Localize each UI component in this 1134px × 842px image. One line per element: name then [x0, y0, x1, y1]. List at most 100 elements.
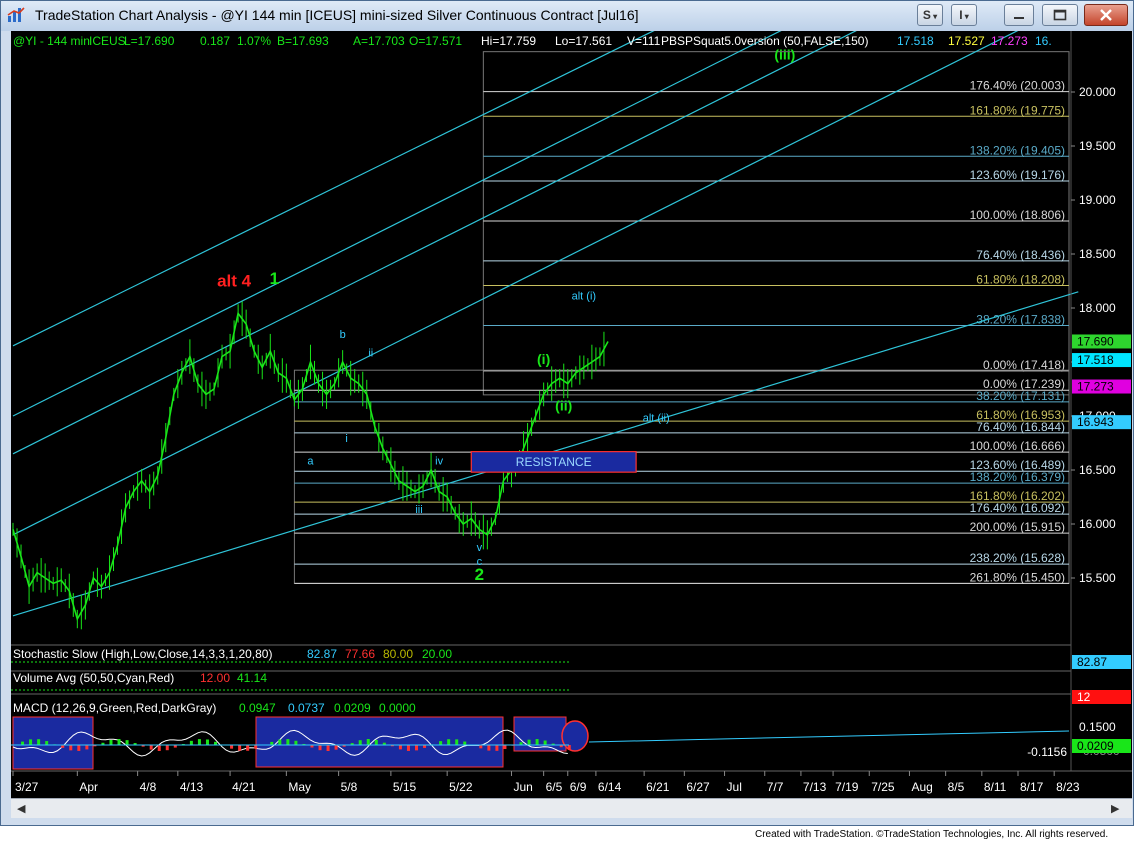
- price-flag-label: 17.690: [1077, 334, 1114, 348]
- macd-histogram-bar: [238, 745, 242, 751]
- time-tick-label: 4/21: [232, 780, 256, 794]
- macd-histogram-bar: [21, 741, 25, 745]
- horizontal-scrollbar[interactable]: ◀ ▶: [11, 798, 1132, 818]
- macd-histogram-bar: [318, 745, 322, 751]
- chevron-down-icon: ▾: [962, 12, 969, 21]
- macd-histogram-bar: [447, 739, 451, 745]
- price-flag-label: 16.943: [1077, 415, 1114, 429]
- stochastic-value: 82.87: [307, 647, 337, 661]
- macd-histogram-bar: [567, 745, 571, 750]
- chart-header-field: B=17.693: [277, 34, 329, 48]
- price-tick-label: 20.000: [1079, 85, 1116, 99]
- macd-histogram-bar: [197, 739, 201, 745]
- time-tick-label: Jul: [727, 780, 742, 794]
- fib-level-label: 76.40% (16.844): [976, 420, 1065, 434]
- macd-histogram-bar: [45, 741, 49, 745]
- macd-histogram-bar: [109, 739, 113, 745]
- macd-histogram-bar: [326, 745, 330, 751]
- price-tick-label: 15.500: [1079, 571, 1116, 585]
- symbol-link-s-button[interactable]: S ▾: [917, 4, 943, 26]
- macd-histogram-bar: [374, 739, 378, 745]
- fib-level-label: 38.20% (17.131): [976, 389, 1065, 403]
- wave-label: 2: [475, 565, 484, 584]
- time-tick-label: 6/21: [646, 780, 670, 794]
- macd-histogram-bar: [149, 745, 153, 750]
- minimize-button[interactable]: [1004, 4, 1034, 26]
- time-tick-label: Apr: [79, 780, 98, 794]
- time-tick-label: May: [288, 780, 311, 794]
- chevron-down-icon: ▾: [930, 12, 938, 21]
- macd-histogram-bar: [37, 739, 41, 745]
- chart-header-field: 17.527: [948, 34, 985, 48]
- macd-histogram-bar: [406, 745, 410, 751]
- time-tick-label: 4/8: [140, 780, 157, 794]
- volume-label: Volume Avg (50,50,Cyan,Red): [13, 671, 174, 685]
- price-chart[interactable]: 176.40% (20.003)161.80% (19.775)138.20% …: [11, 0, 1132, 798]
- price-tick-label: 18.500: [1079, 247, 1116, 261]
- stochastic-value: 77.66: [345, 647, 375, 661]
- wave-label: alt (ii): [643, 412, 670, 424]
- price-tick-label: 19.000: [1079, 193, 1116, 207]
- maximize-button[interactable]: [1042, 4, 1078, 26]
- macd-flag-label: 0.0209: [1077, 739, 1114, 753]
- macd-value: 0.0209: [334, 701, 371, 715]
- chart-area[interactable]: 176.40% (20.003) 161.80% (19.775) 138.20% …: [11, 0, 1132, 798]
- scroll-right-arrow-icon[interactable]: ▶: [1111, 802, 1119, 815]
- macd-histogram-bar: [294, 740, 298, 745]
- time-tick-label: 5/22: [449, 780, 473, 794]
- macd-highlight-box: [12, 716, 94, 770]
- wave-label: (i): [537, 351, 550, 367]
- scroll-left-arrow-icon[interactable]: ◀: [17, 802, 25, 815]
- macd-highlight-circle: [561, 720, 589, 752]
- macd-histogram-bar: [254, 745, 258, 749]
- macd-histogram-bar: [495, 745, 499, 751]
- fib-level-label: 261.80% (15.450): [970, 570, 1065, 584]
- macd-histogram-bar: [125, 740, 129, 745]
- time-tick-label: 4/13: [180, 780, 204, 794]
- wave-label: iii: [415, 504, 422, 516]
- chart-header-field: 0.187: [200, 34, 230, 48]
- chart-header-field: 1.07%: [237, 34, 271, 48]
- macd-histogram-bar: [535, 739, 539, 745]
- macd-histogram-bar: [487, 745, 491, 751]
- interval-link-i-button[interactable]: I ▾: [951, 4, 977, 26]
- close-button[interactable]: [1084, 4, 1128, 26]
- macd-value: 0.0737: [288, 701, 325, 715]
- footer-copyright: Created with TradeStation. ©TradeStation…: [755, 829, 1109, 840]
- time-tick-label: 3/27: [15, 780, 39, 794]
- window-title: TradeStation Chart Analysis - @YI 144 mi…: [35, 7, 639, 23]
- wave-label: 1: [270, 269, 279, 288]
- title-bar[interactable]: TradeStation Chart Analysis - @YI 144 mi…: [1, 1, 1133, 31]
- macd-histogram-bar: [463, 741, 467, 745]
- chart-header-field: Lo=17.561: [555, 34, 612, 48]
- macd-histogram-bar: [77, 745, 81, 751]
- fib-level-label: 176.40% (16.092): [970, 501, 1065, 515]
- time-tick-label: 8/11: [984, 780, 1007, 794]
- fib-level-label: 138.20% (16.379): [970, 470, 1065, 484]
- macd-histogram-bar: [230, 745, 234, 749]
- time-tick-label: 6/9: [570, 780, 587, 794]
- macd-histogram-bar: [439, 741, 443, 745]
- macd-histogram-bar: [415, 745, 418, 751]
- price-flag-label: 17.273: [1077, 380, 1114, 394]
- chart-header-field: PBSPSquat5.0version (50,FALSE,150): [661, 34, 868, 48]
- time-tick-label: 7/25: [871, 780, 895, 794]
- wave-label: i: [345, 433, 347, 445]
- time-tick-label: 6/27: [686, 780, 710, 794]
- wave-label: alt (i): [572, 290, 596, 302]
- macd-value: 0.0000: [379, 701, 416, 715]
- minimize-icon: [1014, 17, 1024, 19]
- macd-histogram-bar: [205, 739, 209, 745]
- macd-histogram-bar: [398, 745, 402, 750]
- macd-histogram-bar: [527, 739, 531, 745]
- macd-histogram-bar: [503, 745, 507, 749]
- macd-trendline: [588, 730, 1070, 743]
- chart-header-field: 16.: [1035, 34, 1052, 48]
- fib-level-label: 161.80% (19.775): [970, 103, 1065, 117]
- time-tick-label: 6/5: [546, 780, 563, 794]
- macd-highlight-box: [513, 716, 567, 752]
- price-tick-label: 19.500: [1079, 139, 1116, 153]
- wave-label: ii: [368, 348, 373, 360]
- chart-header-field: O=17.571: [409, 34, 462, 48]
- price-flag-label: 17.518: [1077, 353, 1114, 367]
